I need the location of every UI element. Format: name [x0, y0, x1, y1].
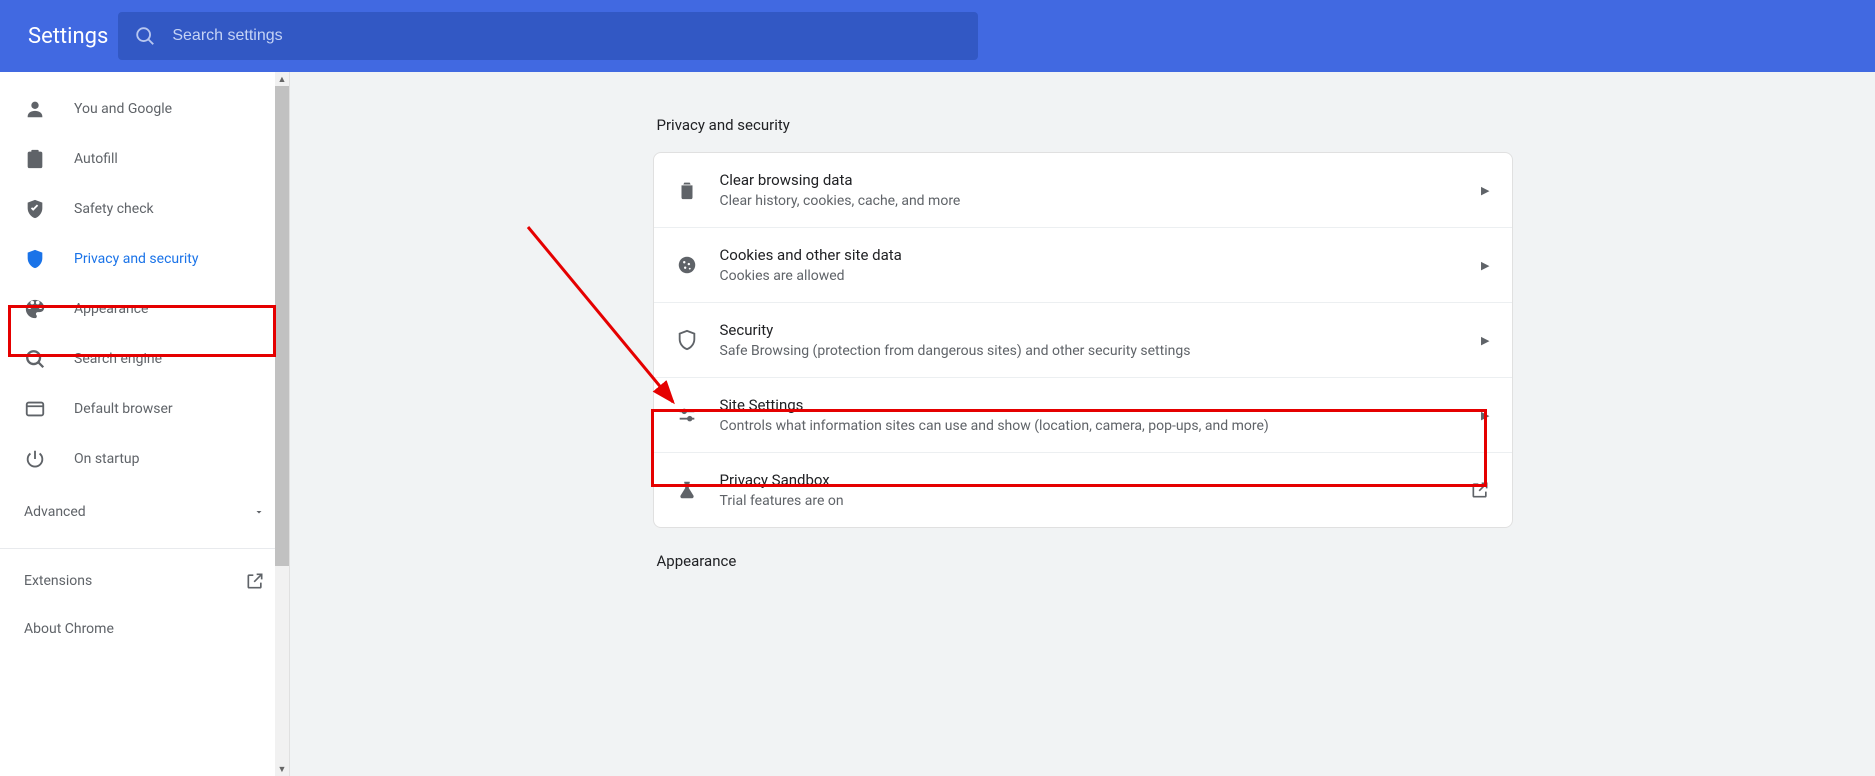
row-cookies[interactable]: Cookies and other site data Cookies are …	[654, 228, 1512, 303]
sidebar: You and Google Autofill Safety check Pri…	[0, 72, 290, 776]
sidebar-item-privacy-and-security[interactable]: Privacy and security	[0, 234, 289, 284]
row-title: Site Settings	[720, 396, 1482, 414]
palette-icon	[24, 298, 46, 320]
sliders-icon	[676, 404, 698, 426]
flask-icon	[676, 479, 698, 501]
row-subtitle: Trial features are on	[720, 493, 1470, 509]
sidebar-item-appearance[interactable]: Appearance	[0, 284, 289, 334]
main-content: Privacy and security Clear browsing data…	[290, 72, 1875, 776]
sidebar-item-default-browser[interactable]: Default browser	[0, 384, 289, 434]
search-container[interactable]	[118, 12, 978, 60]
sidebar-item-on-startup[interactable]: On startup	[0, 434, 289, 484]
chevron-down-icon	[253, 506, 265, 518]
open-external-icon	[1470, 480, 1490, 500]
sidebar-item-label: Privacy and security	[74, 251, 198, 267]
clipboard-icon	[24, 148, 46, 170]
row-clear-browsing-data[interactable]: Clear browsing data Clear history, cooki…	[654, 153, 1512, 228]
cookie-icon	[676, 254, 698, 276]
extensions-label: Extensions	[24, 573, 92, 589]
section-title-appearance: Appearance	[653, 528, 1513, 588]
about-label: About Chrome	[24, 621, 114, 637]
sidebar-item-label: Appearance	[74, 301, 148, 317]
chevron-right-icon: ▶	[1481, 259, 1489, 272]
shield-outline-icon	[676, 329, 698, 351]
sidebar-advanced[interactable]: Advanced	[0, 484, 289, 540]
sidebar-item-autofill[interactable]: Autofill	[0, 134, 289, 184]
row-privacy-sandbox[interactable]: Privacy Sandbox Trial features are on	[654, 453, 1512, 527]
divider	[0, 548, 289, 549]
row-title: Cookies and other site data	[720, 246, 1482, 264]
person-icon	[24, 98, 46, 120]
scroll-thumb[interactable]	[275, 86, 289, 566]
browser-icon	[24, 398, 46, 420]
advanced-label: Advanced	[24, 504, 86, 520]
sidebar-extensions[interactable]: Extensions	[0, 557, 289, 605]
chevron-right-icon: ▶	[1481, 409, 1489, 422]
sidebar-item-label: Autofill	[74, 151, 118, 167]
row-title: Privacy Sandbox	[720, 471, 1470, 489]
app-title: Settings	[24, 24, 108, 49]
chevron-right-icon: ▶	[1481, 334, 1489, 347]
scroll-down-arrow[interactable]: ▼	[275, 762, 289, 776]
sidebar-item-you-and-google[interactable]: You and Google	[0, 84, 289, 134]
chevron-right-icon: ▶	[1481, 184, 1489, 197]
scrollbar[interactable]: ▲ ▼	[275, 72, 289, 776]
row-title: Security	[720, 321, 1482, 339]
row-subtitle: Clear history, cookies, cache, and more	[720, 193, 1482, 209]
power-icon	[24, 448, 46, 470]
sidebar-item-label: On startup	[74, 451, 140, 467]
sidebar-item-label: You and Google	[74, 101, 172, 117]
sidebar-item-search-engine[interactable]: Search engine	[0, 334, 289, 384]
row-subtitle: Controls what information sites can use …	[720, 418, 1482, 434]
row-title: Clear browsing data	[720, 171, 1482, 189]
shield-icon	[24, 248, 46, 270]
row-site-settings[interactable]: Site Settings Controls what information …	[654, 378, 1512, 453]
section-title-privacy: Privacy and security	[653, 92, 1513, 152]
search-icon	[134, 25, 156, 47]
sidebar-item-label: Search engine	[74, 351, 162, 367]
privacy-card: Clear browsing data Clear history, cooki…	[653, 152, 1513, 528]
search-icon	[24, 348, 46, 370]
sidebar-item-label: Default browser	[74, 401, 173, 417]
row-security[interactable]: Security Safe Browsing (protection from …	[654, 303, 1512, 378]
search-input[interactable]	[172, 27, 962, 45]
sidebar-item-label: Safety check	[74, 201, 154, 217]
row-subtitle: Cookies are allowed	[720, 268, 1482, 284]
app-header: Settings	[0, 0, 1875, 72]
shield-check-icon	[24, 198, 46, 220]
sidebar-about-chrome[interactable]: About Chrome	[0, 605, 289, 653]
sidebar-item-safety-check[interactable]: Safety check	[0, 184, 289, 234]
row-subtitle: Safe Browsing (protection from dangerous…	[720, 343, 1482, 359]
open-external-icon	[245, 571, 265, 591]
scroll-up-arrow[interactable]: ▲	[275, 72, 289, 86]
trash-icon	[676, 179, 698, 201]
